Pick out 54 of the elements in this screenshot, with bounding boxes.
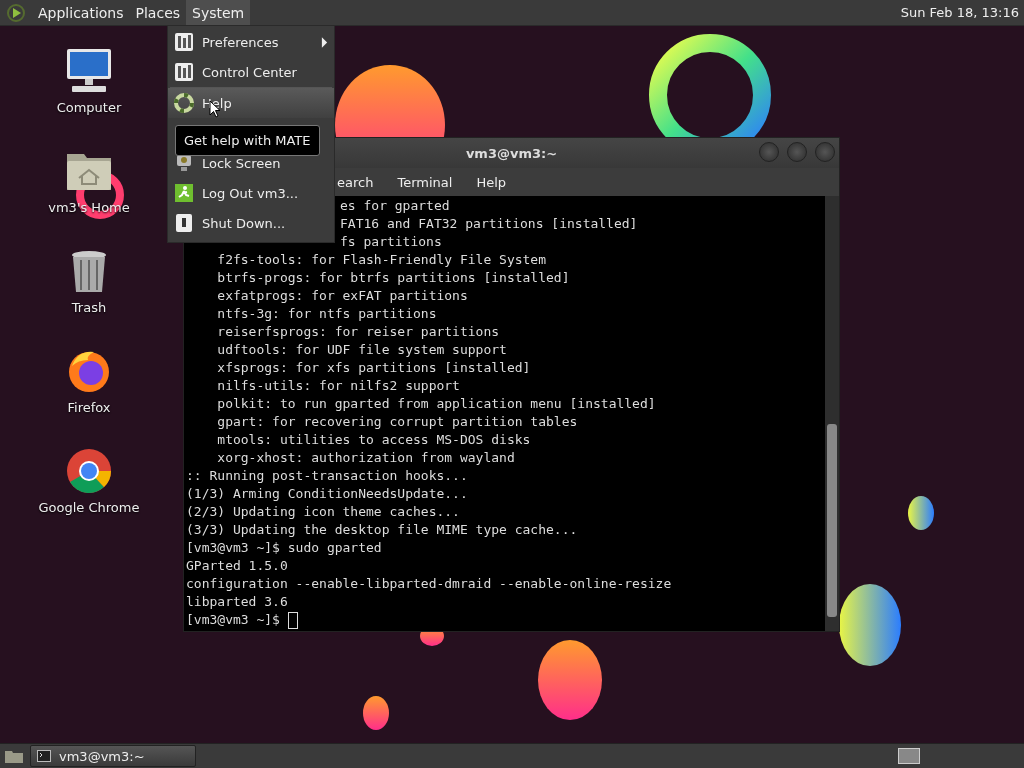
terminal-line: [vm3@vm3 ~]$ sudo gparted — [186, 539, 382, 557]
clock[interactable]: Sun Feb 18, 13:16 — [900, 5, 1024, 20]
terminal-line: udftools: for UDF file system support — [216, 341, 507, 359]
menu-item[interactable]: Preferences — [168, 27, 334, 57]
terminal-line: polkit: to run gparted from application menu [installed] — [216, 395, 656, 413]
terminal-line: libparted 3.6 — [186, 593, 288, 611]
terminal-line: GParted 1.5.0 — [186, 557, 288, 575]
menu-item[interactable]: Help — [464, 174, 518, 190]
window-title: vm3@vm3:~ — [465, 145, 558, 161]
desktop-icon-label[interactable]: Firefox — [67, 400, 111, 415]
menu-item[interactable]: Terminal — [385, 174, 465, 190]
switch-icon — [174, 213, 194, 233]
desktop-icon-label[interactable]: Trash — [71, 300, 107, 315]
terminal-line: f2fs-tools: for Flash-Friendly File System — [216, 251, 547, 269]
show-desktop-icon[interactable] — [4, 748, 24, 764]
submenu-arrow-icon — [321, 36, 328, 48]
terminal-line: configuration --enable-libparted-dmraid --enable-online-resize — [186, 575, 672, 593]
terminal-prompt: [vm3@vm3 ~]$ — [186, 611, 280, 629]
terminal-line: xorg-xhost: authorization from wayland — [216, 449, 515, 467]
terminal-line: :: Running post-transaction hooks... — [186, 467, 468, 485]
terminal-line: ntfs-3g: for ntfs partitions — [216, 305, 437, 323]
taskbar-button[interactable]: vm3@vm3:~ — [30, 745, 196, 767]
menu-item[interactable]: Control Center — [168, 57, 334, 87]
menu-item[interactable]: Log Out vm3... — [168, 178, 334, 208]
exit-icon — [174, 183, 194, 203]
menu-item[interactable]: Shut Down... — [168, 208, 334, 238]
terminal-line: (2/3) Updating icon theme caches... — [186, 503, 460, 521]
settings-icon — [174, 32, 194, 52]
terminal-icon — [37, 750, 51, 762]
scrollbar[interactable] — [825, 196, 839, 631]
terminal-line: mtools: utilities to access MS-DOS disks — [216, 431, 531, 449]
terminal-line: reiserfsprogs: for reiser partitions — [216, 323, 500, 341]
text-cursor — [287, 611, 298, 629]
workspace-switcher[interactable] — [898, 748, 920, 764]
menu-logo-icon[interactable] — [6, 2, 26, 23]
panel-menu[interactable]: Applications — [32, 0, 130, 25]
terminal-line: gpart: for recovering corrupt partition tables — [216, 413, 578, 431]
terminal-line: exfatprogs: for exFAT partitions — [216, 287, 468, 305]
terminal-line: (3/3) Updating the desktop file MIME type cache... — [186, 521, 578, 539]
tooltip: Get help with MATE — [175, 125, 320, 156]
desktop-icon-label[interactable]: Google Chrome — [38, 500, 140, 515]
browser-icon[interactable] — [64, 446, 114, 496]
terminal-line: fs partitions — [340, 233, 442, 251]
terminal-line: es for gparted — [340, 197, 450, 215]
settings-icon — [174, 62, 194, 82]
terminal-line: FAT16 and FAT32 partitions [installed] — [340, 215, 638, 233]
terminal-line: (1/3) Arming ConditionNeedsUpdate... — [186, 485, 468, 503]
lock-screen-icon — [174, 153, 194, 173]
panel-menu[interactable]: Places — [129, 0, 187, 25]
panel-menu[interactable]: System — [186, 0, 251, 25]
terminal-line: nilfs-utils: for nilfs2 support — [216, 377, 460, 395]
terminal-line: xfsprogs: for xfs partitions [installed] — [216, 359, 531, 377]
terminal-line: btrfs-progs: for btrfs partitions [installed] — [216, 269, 570, 287]
desktop-icon-label[interactable]: Computer — [56, 100, 122, 115]
